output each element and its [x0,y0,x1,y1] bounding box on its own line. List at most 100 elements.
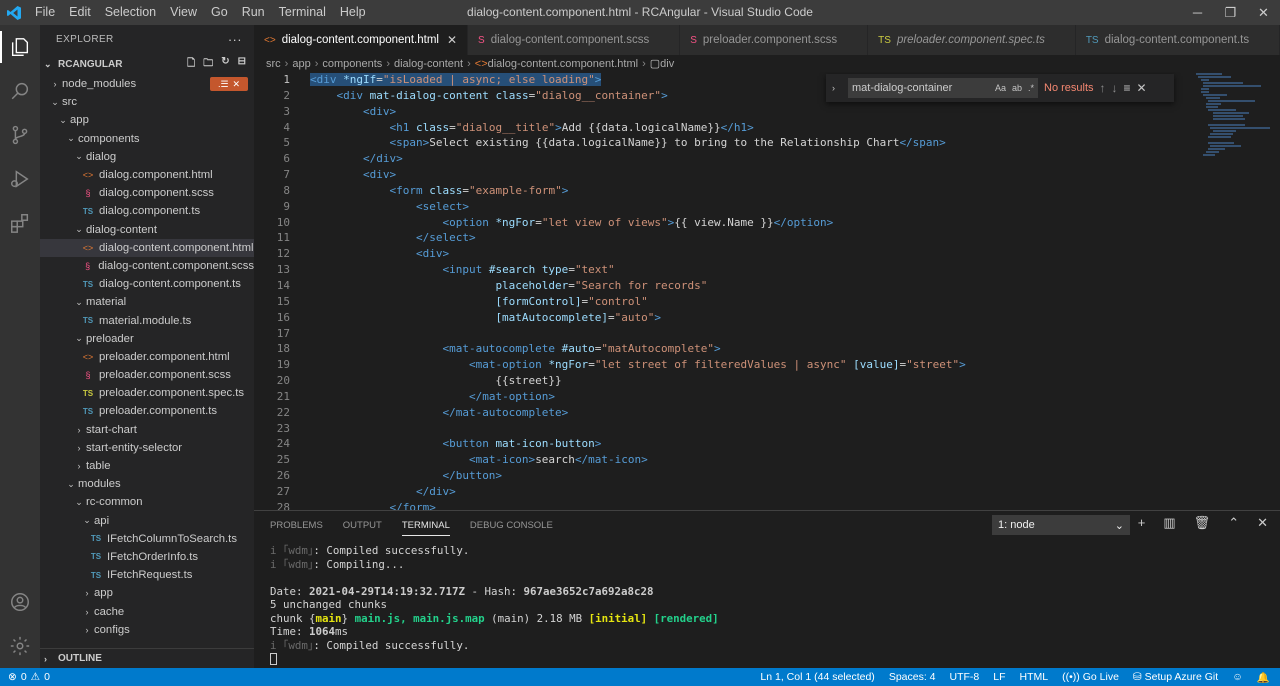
code-line[interactable]: <mat-autocomplete #auto="matAutocomplete… [310,341,1180,357]
find-input[interactable]: mat-dialog-container Aa ab .* [848,78,1038,98]
code-line[interactable] [310,326,1180,342]
menu-item-selection[interactable]: Selection [98,0,163,25]
tab-preloader-component-scss[interactable]: Spreloader.component.scss [680,25,869,55]
cursor-position[interactable]: Ln 1, Col 1 (44 selected) [760,671,874,684]
panel-tab-terminal[interactable]: TERMINAL [401,520,450,536]
close-find-icon[interactable]: ✕ [1137,81,1147,95]
file-item[interactable]: TS IFetchOrderInfo.ts [40,548,254,566]
folder-item[interactable]: ⌄ preloader [40,330,254,348]
code-line[interactable]: <mat-option *ngFor="let street of filter… [310,357,1180,373]
tab-dialog-content-component-scss[interactable]: Sdialog-content.component.scss [468,25,681,55]
search-icon[interactable] [0,69,40,113]
file-item[interactable]: TS preloader.component.spec.ts [40,384,254,402]
run-debug-icon[interactable] [0,157,40,201]
panel-tab-debug-console[interactable]: DEBUG CONSOLE [470,520,553,531]
collapse-all-icon[interactable]: ⊟ [238,56,246,73]
code-line[interactable]: <mat-icon>search</mat-icon> [310,452,1180,468]
tab-preloader-component-spec-ts[interactable]: TS preloader.component.spec.ts [868,25,1076,55]
breadcrumb-item[interactable]: components [322,58,382,70]
breadcrumb-item[interactable]: dialog-content.component.html [488,58,638,70]
project-section-header[interactable]: ⌄ RCANGULAR 🗋 🗀 ↻ ⊟ [40,53,254,75]
folder-item[interactable]: ⌄ dialog [40,148,254,166]
code-line[interactable]: <button mat-icon-button> [310,436,1180,452]
end-of-line[interactable]: LF [993,671,1005,684]
code-line[interactable]: <input #search type="text" [310,262,1180,278]
folder-item[interactable]: › start-entity-selector [40,439,254,457]
encoding[interactable]: UTF-8 [950,671,980,684]
indentation[interactable]: Spaces: 4 [889,671,936,684]
refresh-icon[interactable]: ↻ [221,56,229,73]
code-line[interactable]: </mat-option> [310,389,1180,405]
close-panel-icon[interactable]: ✕ [1257,515,1268,531]
code-line[interactable]: placeholder="Search for records" [310,278,1180,294]
match-whole-word-icon[interactable]: ab [1012,83,1022,93]
folder-item[interactable]: ⌄ modules [40,475,254,493]
azure-git-button[interactable]: ⛁ Setup Azure Git [1133,671,1218,684]
regex-icon[interactable]: .* [1028,83,1034,93]
minimap[interactable] [1196,72,1270,192]
terminal-output[interactable]: i ｢wdm｣: Compiled successfully. i ｢wdm｣: … [270,544,1270,666]
toggle-replace-icon[interactable]: › [832,83,842,93]
close-tab-icon[interactable]: ✕ [447,33,457,47]
panel-tab-output[interactable]: OUTPUT [343,520,382,531]
code-line[interactable]: </button> [310,468,1180,484]
code-line[interactable]: </mat-autocomplete> [310,405,1180,421]
split-terminal-icon[interactable]: ▥ [1163,515,1175,531]
tab-dialog-content-component-ts[interactable]: TS dialog-content.component.ts [1075,25,1280,55]
file-item[interactable]: TS IFetchRequest.ts [40,566,254,584]
code-line[interactable]: <div> [310,246,1180,262]
code-line[interactable]: <h1 class="dialog__title">Add {{data.log… [310,120,1180,136]
file-item[interactable]: § dialog-content.component.scss [40,257,254,275]
settings-gear-icon[interactable] [0,624,40,668]
outline-section-header[interactable]: › OUTLINE [40,648,254,668]
breadcrumb-item[interactable]: src [266,58,281,70]
code-line[interactable]: <select> [310,199,1180,215]
code-line[interactable]: {{street}} [310,373,1180,389]
menu-item-run[interactable]: Run [235,0,272,25]
file-item[interactable]: TS dialog.component.ts [40,202,254,220]
source-control-icon[interactable] [0,113,40,157]
folder-item[interactable]: › app [40,584,254,602]
close-window-icon[interactable]: ✕ [1247,0,1280,25]
folder-item[interactable]: › configs [40,621,254,639]
status-left[interactable]: ⊗ 0 ⚠ 0 [0,671,50,683]
folder-item[interactable]: › table [40,457,254,475]
previous-match-icon[interactable]: ↑ [1100,81,1106,95]
match-case-icon[interactable]: Aa [995,83,1006,93]
file-item[interactable]: <> dialog-content.component.html [40,238,254,257]
file-item[interactable]: TS IFetchColumnToSearch.ts [40,530,254,548]
file-item[interactable]: § dialog.component.scss [40,184,254,202]
code-editor[interactable]: 1 2 3 4 5 6 7 8 9 10 11 12 13 14 15 16 17 18 19 20 21 22 23 24 2… [254,72,1280,510]
code-line[interactable]: [matAutocomplete]="auto"> [310,310,1180,326]
account-icon[interactable] [0,580,40,624]
next-match-icon[interactable]: ↓ [1112,81,1118,95]
menu-item-file[interactable]: File [28,0,62,25]
code-line[interactable]: [formControl]="control" [310,294,1180,310]
go-live-button[interactable]: ((•)) Go Live [1062,671,1119,684]
code-line[interactable]: </form> [310,500,1180,510]
code-line[interactable] [310,421,1180,437]
code-line[interactable]: <span>Select existing {{data.logicalName… [310,135,1180,151]
breadcrumb-item[interactable]: div [660,58,674,70]
file-item[interactable]: § preloader.component.scss [40,366,254,384]
code-line[interactable]: <option *ngFor="let view of views">{{ vi… [310,215,1180,231]
terminal-prompt[interactable] [270,652,1270,666]
menu-item-view[interactable]: View [163,0,204,25]
file-item[interactable]: TS preloader.component.ts [40,402,254,420]
folder-item[interactable]: ⌄ api [40,512,254,530]
folder-item[interactable]: ⌄ src [40,93,254,111]
kill-terminal-icon[interactable]: 🗑 [1194,515,1211,531]
notifications-bell-icon[interactable]: 🔔 [1257,671,1270,684]
folder-item[interactable]: › node_modules .☰ ✕ [40,75,254,93]
code-line[interactable]: </div> [310,151,1180,167]
feedback-icon[interactable]: ☺ [1232,671,1243,684]
code-line[interactable]: </select> [310,230,1180,246]
code-line[interactable]: <div> [310,104,1180,120]
code-line[interactable]: <div> [310,167,1180,183]
language-mode[interactable]: HTML [1020,671,1049,684]
folder-item[interactable]: ⌄ dialog-content [40,221,254,239]
folder-item[interactable]: ⌄ material [40,293,254,311]
menu-item-edit[interactable]: Edit [62,0,98,25]
tab-dialog-content-component-html[interactable]: <> dialog-content.component.html ✕ [254,25,469,55]
find-in-selection-icon[interactable]: ≡ [1124,81,1131,95]
